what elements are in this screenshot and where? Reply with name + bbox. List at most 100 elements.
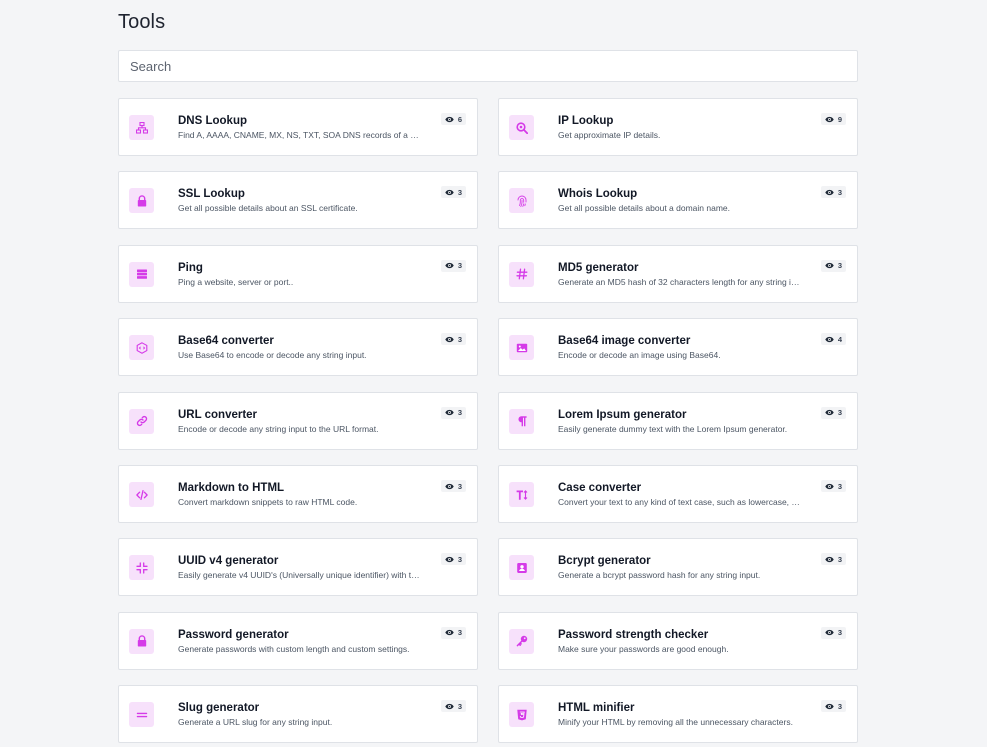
hashtag-icon xyxy=(509,261,534,287)
tool-card-markdown-to-html[interactable]: Markdown to HTML Convert markdown snippet… xyxy=(118,465,478,523)
tool-card-slug-generator[interactable]: Slug generator Generate a URL slug for an… xyxy=(118,685,478,744)
views-badge: 3 xyxy=(440,700,466,713)
tool-card-md5-generator[interactable]: MD5 generator Generate an MD5 hash of 32 … xyxy=(498,244,858,303)
tool-title: IP Lookup xyxy=(558,115,614,127)
tool-card-password-generator[interactable]: Password generator Generate passwords wit… xyxy=(118,611,478,670)
views-badge: 3 xyxy=(820,700,846,713)
views-count: 3 xyxy=(837,628,842,638)
tool-card-base64-image-converter[interactable]: Base64 image converter Encode or decode a… xyxy=(498,318,858,377)
views-count: 4 xyxy=(837,334,842,344)
eye-icon xyxy=(825,483,834,490)
views-badge: 3 xyxy=(440,480,466,492)
views-badge: 4 xyxy=(820,333,846,346)
tool-description: Easily generate dummy text with the Lore… xyxy=(558,423,788,434)
tool-title: DNS Lookup xyxy=(178,115,247,127)
tool-card-case-converter[interactable]: Case converter Convert your text to any k… xyxy=(498,465,858,523)
tool-description: Generate passwords with custom length an… xyxy=(178,643,410,654)
views-count: 3 xyxy=(837,187,842,197)
tool-description: Get all possible details about a domain … xyxy=(558,203,730,214)
tool-card-url-converter[interactable]: URL converter Encode or decode any string… xyxy=(118,391,478,450)
tool-title: URL converter xyxy=(178,408,258,421)
tool-title: Password strength checker xyxy=(558,628,709,641)
views-count: 3 xyxy=(837,554,842,564)
tool-card-bcrypt-generator[interactable]: Bcrypt generator Generate a bcrypt passwo… xyxy=(498,538,858,597)
tool-title: UUID v4 generator xyxy=(178,555,279,568)
tool-description: Use Base64 to encode or decode any strin… xyxy=(178,350,367,361)
tool-title: HTML minifier xyxy=(558,702,635,715)
tool-card-lorem-ipsum-generator[interactable]: Lorem Ipsum generator Easily generate dum… xyxy=(498,391,858,450)
tool-title: Ping xyxy=(178,261,203,274)
tool-title: SSL Lookup xyxy=(178,188,245,201)
views-badge: 3 xyxy=(440,333,466,346)
eye-icon xyxy=(825,336,834,343)
eye-icon xyxy=(825,703,834,710)
views-badge: 3 xyxy=(440,553,466,566)
tool-card-ip-lookup[interactable]: IP Lookup Get approximate IP details. 9 xyxy=(498,98,858,156)
page-title: Tools xyxy=(118,11,166,33)
views-count: 9 xyxy=(837,114,842,124)
tool-description: Ping a website, server or port.. xyxy=(178,276,294,287)
user-shield-icon xyxy=(509,555,534,581)
views-count: 3 xyxy=(837,481,842,491)
paragraph-icon xyxy=(509,408,534,434)
tool-title: Whois Lookup xyxy=(558,188,638,201)
tool-title: Lorem Ipsum generator xyxy=(558,408,687,421)
eye-icon xyxy=(445,189,454,196)
server-icon xyxy=(129,261,154,287)
tool-description: Get approximate IP details. xyxy=(558,130,661,140)
compress-icon xyxy=(129,555,154,581)
search-input[interactable] xyxy=(118,50,858,82)
views-badge: 3 xyxy=(820,406,846,419)
tool-title: Bcrypt generator xyxy=(558,555,651,568)
views-count: 3 xyxy=(457,554,462,564)
tool-title: Base64 image converter xyxy=(558,335,691,348)
tool-description: Generate a URL slug for any string input… xyxy=(178,717,333,728)
tool-card-ssl-lookup[interactable]: SSL Lookup Get all possible details about… xyxy=(118,171,478,230)
views-count: 3 xyxy=(837,261,842,271)
tool-card-html-minifier[interactable]: HTML minifier Minify your HTML by removin… xyxy=(498,685,858,744)
tool-description: Minify your HTML by removing all the unn… xyxy=(558,717,793,728)
tool-description: Generate an MD5 hash of 32 characters le… xyxy=(558,276,803,287)
fingerprint-icon xyxy=(509,188,534,214)
eye-icon xyxy=(825,189,834,196)
tool-card-whois-lookup[interactable]: Whois Lookup Get all possible details abo… xyxy=(498,171,858,230)
lock-icon xyxy=(129,188,154,214)
tool-description: Generate a bcrypt password hash for any … xyxy=(558,570,761,581)
tool-title: Base64 converter xyxy=(178,335,274,348)
tool-card-ping[interactable]: Ping Ping a website, server or port.. 3 xyxy=(118,244,478,303)
tool-description: Convert your text to any kind of text ca… xyxy=(558,497,803,507)
tool-card-password-strength-checker[interactable]: Password strength checker Make sure your … xyxy=(498,611,858,670)
views-count: 3 xyxy=(837,408,842,418)
tool-title: MD5 generator xyxy=(558,261,639,274)
key-icon xyxy=(509,628,534,654)
eye-icon xyxy=(445,262,454,269)
views-count: 3 xyxy=(457,701,462,711)
eye-icon xyxy=(825,629,834,636)
views-count: 3 xyxy=(457,408,462,418)
tool-description: Make sure your passwords are good enough… xyxy=(558,643,729,654)
views-badge: 3 xyxy=(440,406,466,419)
eye-icon xyxy=(445,409,454,416)
views-count: 3 xyxy=(457,187,462,197)
code-cube-icon xyxy=(129,335,154,361)
eye-icon xyxy=(825,556,834,563)
tool-card-dns-lookup[interactable]: DNS Lookup Find A, AAAA, CNAME, MX, NS, T… xyxy=(118,98,478,156)
eye-icon xyxy=(445,629,454,636)
views-badge: 3 xyxy=(820,480,846,492)
lock-icon xyxy=(129,628,154,654)
tool-description: Encode or decode an image using Base64. xyxy=(558,350,721,361)
tool-card-base64-converter[interactable]: Base64 converter Use Base64 to encode or … xyxy=(118,318,478,377)
views-count: 3 xyxy=(457,628,462,638)
eye-icon xyxy=(445,483,454,490)
tool-description: Find A, AAAA, CNAME, MX, NS, TXT, SOA DN… xyxy=(178,130,423,140)
tool-card-uuid-v4-generator[interactable]: UUID v4 generator Easily generate v4 UUID… xyxy=(118,538,478,597)
html5-icon xyxy=(509,702,534,728)
code-icon xyxy=(129,482,154,507)
views-badge: 3 xyxy=(820,186,846,199)
tool-description: Get all possible details about an SSL ce… xyxy=(178,203,358,214)
views-count: 3 xyxy=(457,481,462,491)
search-location-icon xyxy=(509,115,534,140)
tool-title: Case converter xyxy=(558,482,642,494)
eye-icon xyxy=(445,556,454,563)
tool-title: Slug generator xyxy=(178,702,260,715)
